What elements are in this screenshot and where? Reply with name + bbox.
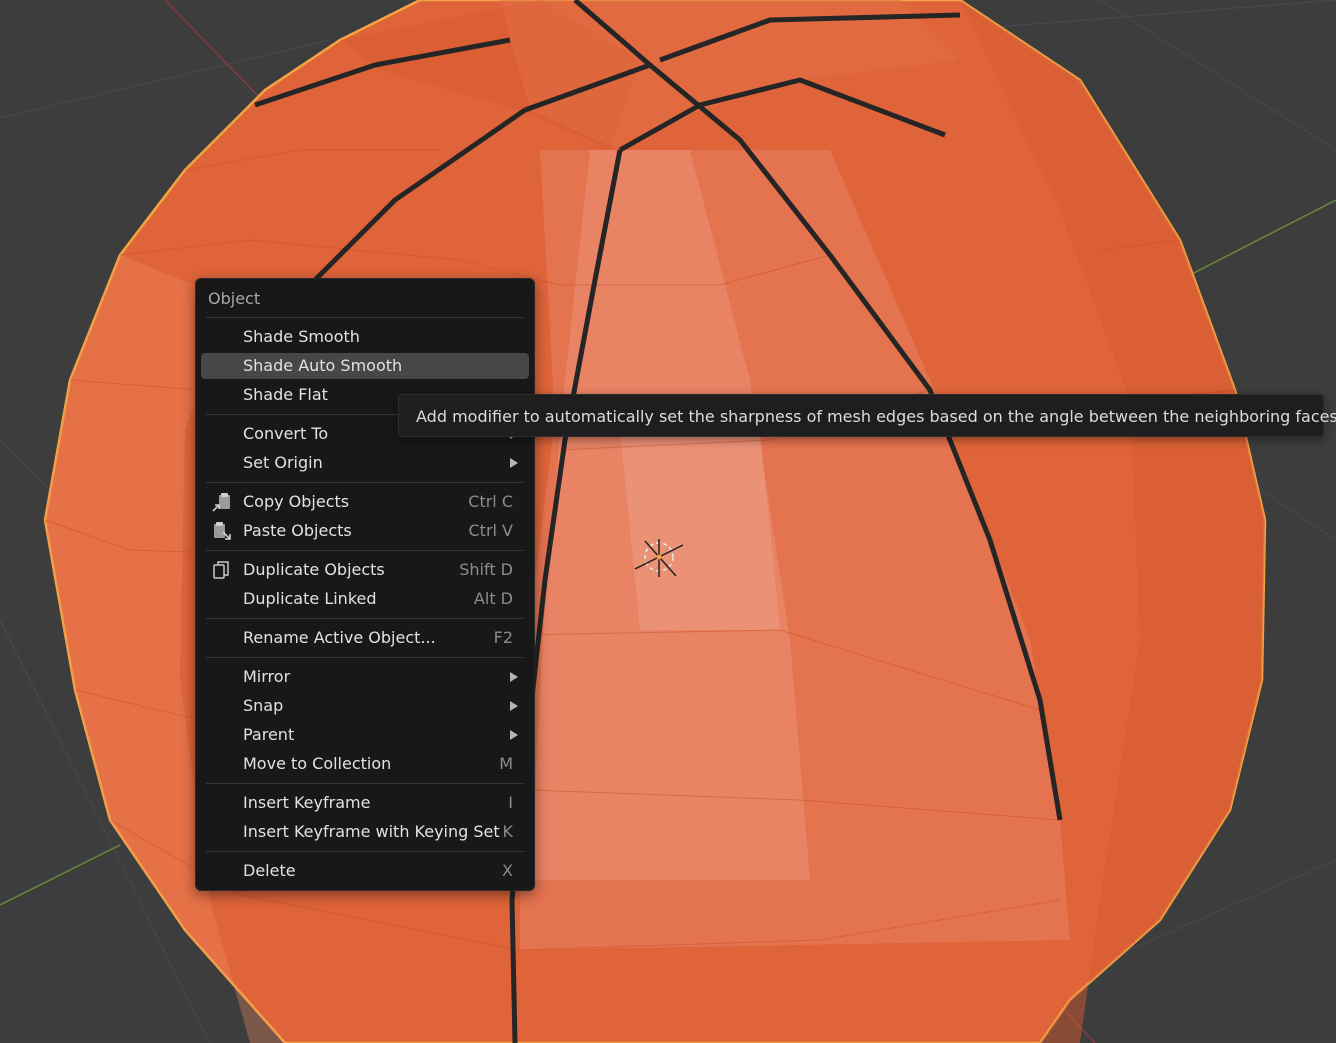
menu-item-label: Insert Keyframe with Keying Set [243,822,500,841]
menu-item-shortcut: Ctrl C [468,492,513,511]
menu-separator [206,317,524,318]
menu-item-mirror[interactable]: Mirror [201,664,529,690]
menu-separator [206,550,524,551]
menu-separator [206,783,524,784]
menu-separator [206,618,524,619]
menu-item-label: Insert Keyframe [243,793,371,812]
menu-item-shortcut: K [502,822,514,841]
menu-item-shortcut: F2 [493,628,513,647]
menu-item-delete[interactable]: Delete X [201,858,529,884]
object-context-menu: Object Shade Smooth Shade Auto Smooth Sh… [195,278,535,891]
paste-icon [214,522,231,540]
submenu-arrow-icon [510,672,518,682]
submenu-arrow-icon [510,701,518,711]
menu-item-shortcut: X [502,861,513,880]
menu-item-shortcut: I [508,793,513,812]
y-axis-line [1189,199,1336,276]
menu-item-label: Duplicate Linked [243,589,377,608]
menu-item-label: Paste Objects [243,521,352,540]
menu-title: Object [208,289,261,308]
x-axis-line [164,0,263,101]
menu-item-shortcut: Shift D [459,560,513,579]
menu-separator [206,482,524,483]
menu-item-duplicate-linked[interactable]: Duplicate Linked Alt D [201,586,529,612]
menu-item-insert-keyframe-keying-set[interactable]: Insert Keyframe with Keying Set K [201,819,529,845]
menu-item-label: Duplicate Objects [243,560,385,579]
menu-item-shade-auto-smooth[interactable]: Shade Auto Smooth [201,353,529,379]
menu-item-label: Set Origin [243,453,323,472]
menu-item-parent[interactable]: Parent [201,722,529,748]
menu-item-move-to-collection[interactable]: Move to Collection M [201,751,529,777]
menu-separator [206,851,524,852]
menu-item-insert-keyframe[interactable]: Insert Keyframe I [201,790,529,816]
menu-item-rename-active-object[interactable]: Rename Active Object... F2 [201,625,529,651]
menu-item-shade-smooth[interactable]: Shade Smooth [201,324,529,350]
tooltip: Add modifier to automatically set the sh… [398,394,1336,437]
menu-item-label: Copy Objects [243,492,350,511]
menu-item-shortcut: Ctrl V [468,521,514,540]
menu-item-label: Delete [243,861,296,880]
menu-item-label: Convert To [243,424,329,443]
menu-item-label: Shade Auto Smooth [243,356,403,375]
menu-item-duplicate-objects[interactable]: Duplicate Objects Shift D [201,557,529,583]
menu-item-shortcut: Alt D [473,589,513,608]
copy-icon [212,493,230,512]
menu-item-set-origin[interactable]: Set Origin [201,450,529,476]
y-axis-line-lower [0,844,121,906]
menu-item-paste-objects[interactable]: Paste Objects Ctrl V [201,518,529,544]
menu-item-label: Parent [243,725,295,744]
menu-item-label: Snap [243,696,284,715]
submenu-arrow-icon [510,458,518,468]
duplicate-icon [213,561,229,579]
submenu-arrow-icon [510,730,518,740]
menu-item-snap[interactable]: Snap [201,693,529,719]
menu-item-label: Mirror [243,667,291,686]
tooltip-text: Add modifier to automatically set the sh… [416,407,1336,426]
menu-item-copy-objects[interactable]: Copy Objects Ctrl C [201,489,529,515]
menu-separator [206,657,524,658]
menu-item-shortcut: M [499,754,513,773]
menu-item-label: Rename Active Object... [243,628,436,647]
menu-item-label: Shade Flat [243,385,328,404]
menu-item-label: Shade Smooth [243,327,360,346]
menu-item-label: Move to Collection [243,754,392,773]
